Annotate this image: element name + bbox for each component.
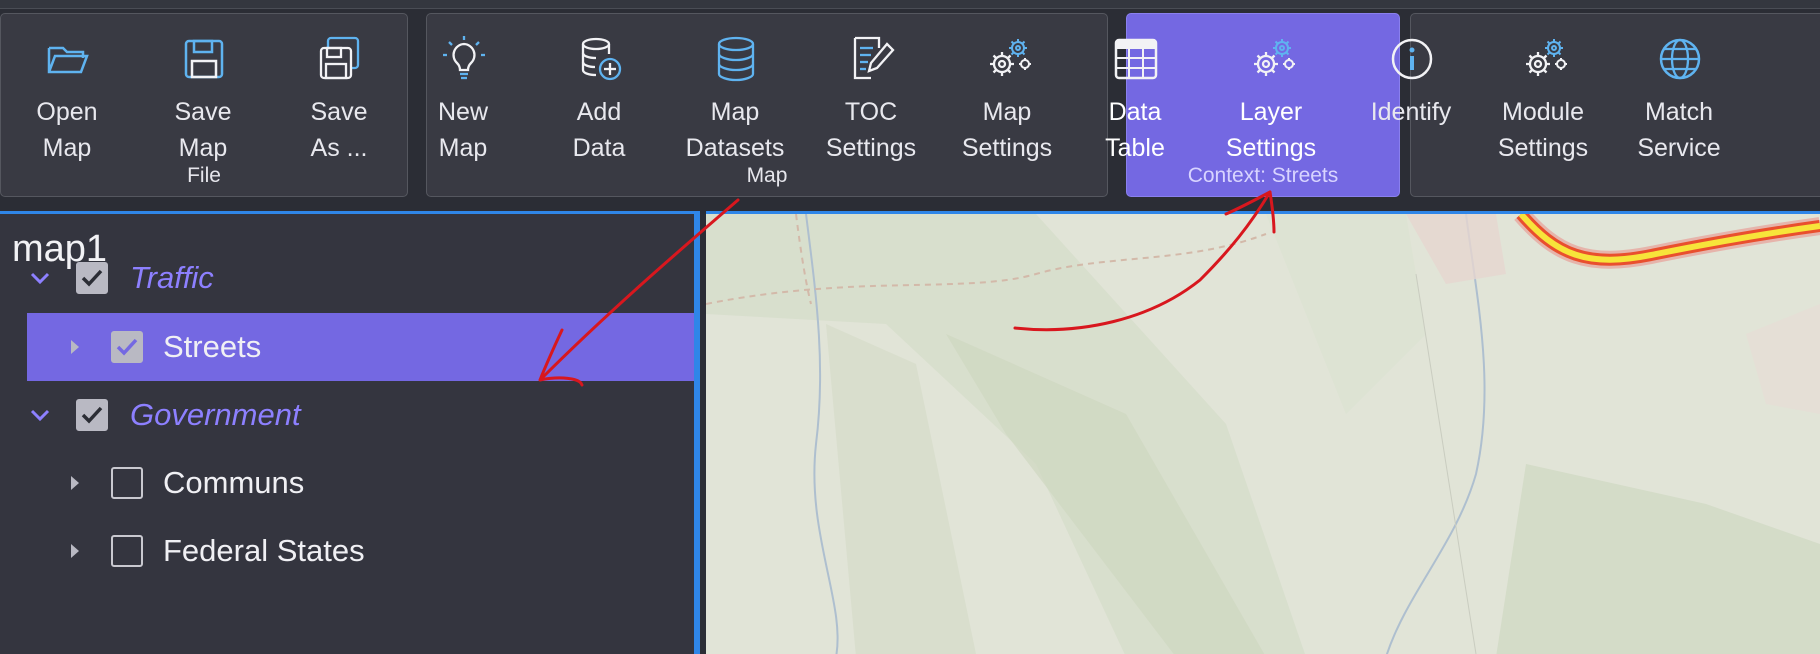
group-label-file: File bbox=[187, 164, 221, 187]
ribbon-toolbar: File Open Map Save Map Save As ... Map New… bbox=[0, 9, 1820, 209]
toc-row-label: Government bbox=[130, 397, 301, 432]
window-top-strip bbox=[0, 0, 1820, 9]
open-map-label: Open Map bbox=[36, 98, 98, 162]
toc-row-label: Federal States bbox=[163, 533, 365, 568]
save-map-button[interactable]: Save Map bbox=[135, 14, 271, 164]
layer-visibility-checkbox[interactable] bbox=[111, 467, 143, 499]
layer-visibility-checkbox[interactable] bbox=[76, 262, 108, 294]
identify-label: Identify bbox=[1370, 98, 1452, 126]
ribbon-group-map: Map New Map Add Data Map Datasets TOC Setti… bbox=[426, 13, 1108, 197]
caret-right-icon[interactable] bbox=[64, 540, 86, 562]
floppy-disk-icon bbox=[179, 34, 229, 84]
layer-visibility-checkbox[interactable] bbox=[111, 535, 143, 567]
database-add-icon bbox=[575, 34, 625, 84]
toc-row-federal-states[interactable]: Federal States bbox=[0, 517, 694, 585]
gears-icon bbox=[1519, 34, 1569, 84]
toc-row-streets[interactable]: Streets bbox=[27, 313, 694, 381]
floppy-disks-icon bbox=[315, 34, 365, 84]
add-data-button[interactable]: Add Data bbox=[531, 14, 667, 164]
module-settings-button[interactable]: Module Settings bbox=[1475, 14, 1611, 164]
ribbon-group-tools: Identify Module Settings Match Service bbox=[1371, 13, 1820, 197]
toc-row-label: Communs bbox=[163, 465, 305, 500]
document-edit-icon bbox=[847, 34, 897, 84]
checkmark-icon bbox=[81, 269, 103, 287]
gears-icon bbox=[1247, 34, 1297, 84]
globe-icon bbox=[1655, 34, 1705, 84]
map-datasets-label: Map Datasets bbox=[685, 98, 785, 162]
group-label-map: Map bbox=[746, 164, 788, 187]
map-settings-button[interactable]: Map Settings bbox=[939, 14, 1075, 164]
lightbulb-icon bbox=[439, 34, 489, 84]
toc-row-traffic[interactable]: Traffic bbox=[0, 244, 694, 312]
save-as-button[interactable]: Save As ... bbox=[271, 14, 407, 164]
map-canvas bbox=[706, 214, 1820, 654]
caret-right-icon[interactable] bbox=[64, 472, 86, 494]
layer-visibility-checkbox[interactable] bbox=[111, 331, 143, 363]
toc-settings-button[interactable]: TOC Settings bbox=[803, 14, 939, 164]
caret-right-icon[interactable] bbox=[64, 336, 86, 358]
open-map-button[interactable]: Open Map bbox=[0, 14, 135, 164]
save-map-label: Save Map bbox=[174, 98, 232, 162]
chevron-down-icon[interactable] bbox=[29, 267, 51, 289]
group-label-context: Context: Streets bbox=[1187, 164, 1339, 187]
map-datasets-button[interactable]: Map Datasets bbox=[667, 14, 803, 164]
module-settings-label: Module Settings bbox=[1497, 98, 1589, 162]
save-as-label: Save As ... bbox=[310, 98, 368, 162]
map-view[interactable] bbox=[706, 211, 1820, 654]
toc-row-label: Traffic bbox=[130, 260, 214, 295]
table-icon bbox=[1111, 34, 1161, 84]
match-service-button[interactable]: Match Service bbox=[1611, 14, 1747, 164]
layer-visibility-checkbox[interactable] bbox=[76, 399, 108, 431]
new-map-label: New Map bbox=[437, 98, 488, 162]
info-icon bbox=[1387, 34, 1437, 84]
toc-settings-label: TOC Settings bbox=[825, 98, 917, 162]
layer-settings-label: Layer Settings bbox=[1225, 98, 1317, 162]
database-icon bbox=[711, 34, 761, 84]
checkmark-icon bbox=[81, 406, 103, 424]
gears-icon bbox=[983, 34, 1033, 84]
folder-open-icon bbox=[43, 34, 93, 84]
checkmark-icon bbox=[116, 338, 138, 356]
ribbon-group-file: File Open Map Save Map Save As ... bbox=[0, 13, 408, 197]
chevron-down-icon[interactable] bbox=[29, 404, 51, 426]
add-data-label: Add Data bbox=[572, 98, 626, 162]
identify-button[interactable]: Identify bbox=[1343, 14, 1479, 164]
data-table-label: Data Table bbox=[1105, 98, 1165, 162]
map-settings-label: Map Settings bbox=[961, 98, 1053, 162]
new-map-button[interactable]: New Map bbox=[395, 14, 531, 164]
toc-panel: map1 Traffic Streets Government Communs Fede… bbox=[0, 211, 700, 654]
toc-row-label: Streets bbox=[163, 329, 262, 364]
layer-settings-button[interactable]: Layer Settings bbox=[1203, 14, 1339, 164]
toc-row-communs[interactable]: Communs bbox=[0, 449, 694, 517]
match-service-label: Match Service bbox=[1637, 98, 1721, 162]
data-table-button[interactable]: Data Table bbox=[1067, 14, 1203, 164]
toc-row-government[interactable]: Government bbox=[0, 381, 694, 449]
